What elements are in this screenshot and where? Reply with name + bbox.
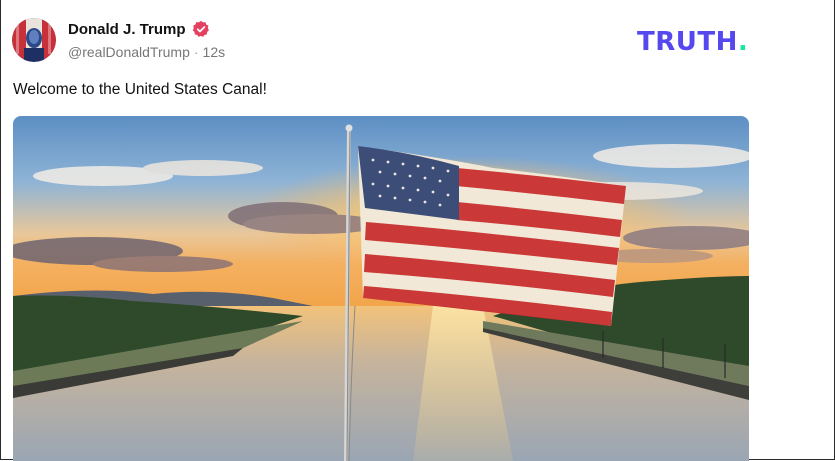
meta-separator: · [193,44,199,60]
post-timestamp[interactable]: 12s [203,44,226,60]
truth-logo[interactable]: TRUTH. [637,27,748,57]
post-text: Welcome to the United States Canal! [13,81,267,98]
brand-name: TRUTH [637,27,738,57]
flag-over-canal-photo-icon [13,116,749,461]
author-display-name[interactable]: Donald J. Trump [68,21,186,38]
truth-post: Donald J. Trump @realDonaldTrump · 12s T… [0,0,760,461]
avatar-photo-icon [12,18,56,62]
avatar[interactable] [12,18,56,62]
verified-badge-icon [192,20,209,37]
post-media-image[interactable] [13,116,749,461]
author-handle[interactable]: @realDonaldTrump [68,44,190,60]
brand-dot: . [737,27,749,57]
